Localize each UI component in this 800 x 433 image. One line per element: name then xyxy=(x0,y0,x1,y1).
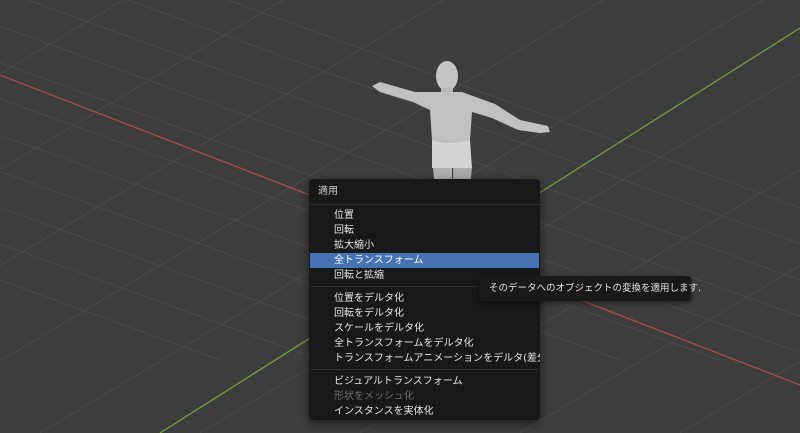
menu-item-scale[interactable]: 拡大縮小 xyxy=(309,238,540,253)
menu-item-visual-transform[interactable]: ビジュアルトランスフォーム xyxy=(309,374,540,389)
menu-item-rotation-to-deltas[interactable]: 回転をデルタ化 xyxy=(309,306,540,321)
menu-item-visual-geometry-to-mesh: 形状をメッシュ化 xyxy=(334,391,414,402)
menu-item-location[interactable]: 位置 xyxy=(309,208,540,223)
menu-item-make-instances-real[interactable]: インスタンスを実体化 xyxy=(309,404,540,419)
menu-item-all-transforms[interactable]: 全トランスフォーム xyxy=(310,253,539,268)
menu-item-rotation[interactable]: 回転 xyxy=(309,223,540,238)
tooltip: そのデータへのオブジェクトの変換を適用します. xyxy=(479,276,701,301)
menu-separator xyxy=(311,369,538,370)
menu-item-scale-to-deltas[interactable]: スケールをデルタ化 xyxy=(309,321,540,336)
menu-item-animated-transforms-to-deltas[interactable]: トランスフォームアニメーションをデルタ(差分)に xyxy=(309,351,540,366)
menu-title: 適用 xyxy=(318,186,338,197)
menu-title-separator xyxy=(309,204,540,205)
menu-item-all-transforms-to-deltas[interactable]: 全トランスフォームをデルタ化 xyxy=(309,336,540,351)
